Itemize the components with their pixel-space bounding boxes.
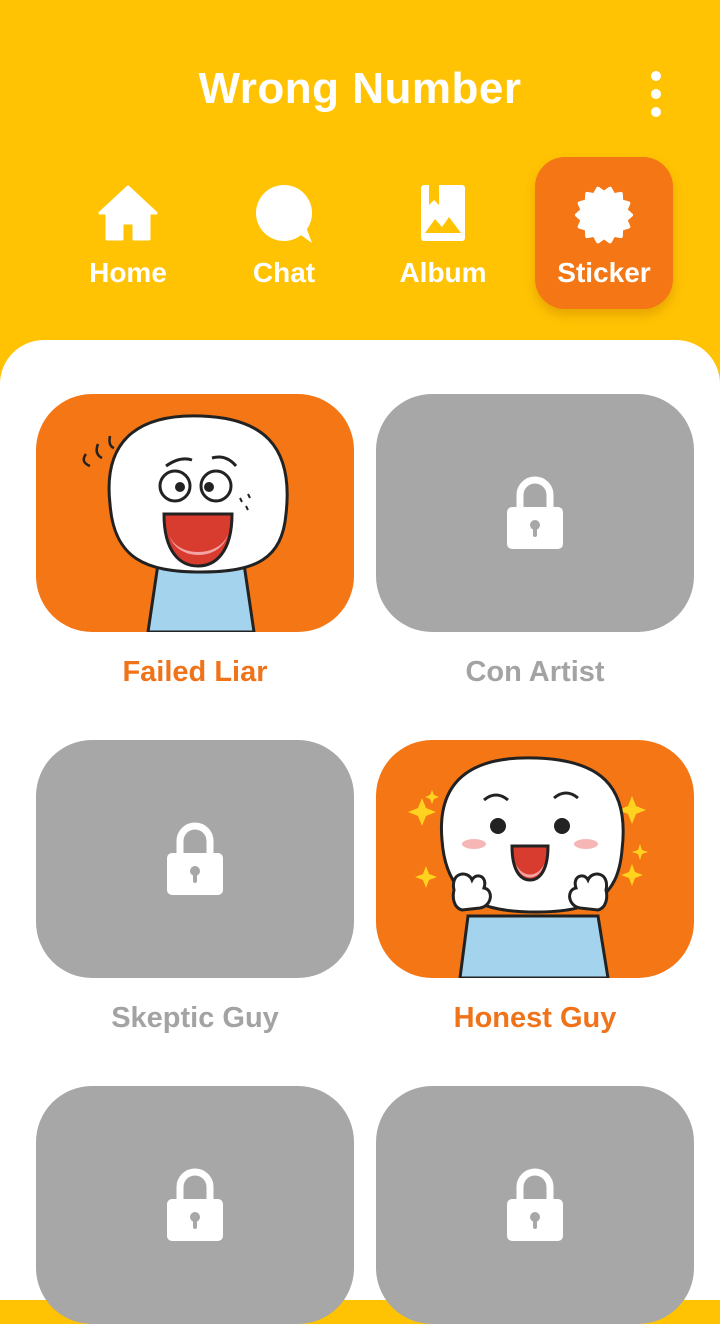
chat-bubble-icon (256, 185, 312, 243)
album-icon (421, 185, 465, 241)
tab-chat-label: Chat (252, 257, 316, 288)
failed-liar-character-image (82, 414, 289, 632)
tab-home-label: Home (89, 257, 167, 288)
sticker-name-honest-guy: Honest Guy (453, 1002, 617, 1034)
sticker-card-locked-6[interactable] (376, 1086, 694, 1324)
lock-icon (507, 476, 563, 549)
sticker-card-skeptic-guy[interactable] (36, 740, 354, 978)
sticker-card-failed-liar[interactable] (36, 394, 354, 632)
sticker-card-con-artist[interactable] (376, 394, 694, 632)
more-options-button[interactable] (636, 66, 676, 122)
sticker-name-con-artist: Con Artist (465, 656, 605, 688)
app-header: Wrong Number Home Chat Album Sticker (0, 0, 720, 360)
sticker-grid: Failed Liar Con Artist Skeptic Guy Hones… (0, 340, 720, 1324)
lock-icon (167, 1168, 223, 1241)
home-icon (98, 185, 158, 241)
lock-icon (167, 822, 223, 895)
honest-guy-character-image (408, 756, 648, 978)
tab-album-label: Album (399, 257, 487, 288)
tab-album[interactable]: Album (374, 157, 512, 309)
sticker-name-failed-liar: Failed Liar (122, 656, 268, 688)
tab-sticker-label: Sticker (557, 257, 651, 288)
sticker-card-locked-5[interactable] (36, 1086, 354, 1324)
sticker-card-honest-guy[interactable] (376, 740, 694, 978)
sticker-badge-icon (575, 186, 633, 244)
more-vertical-icon (651, 71, 661, 81)
tab-home[interactable]: Home (59, 157, 197, 309)
more-vertical-icon-dot (651, 89, 661, 99)
lock-icon (507, 1168, 563, 1241)
app-title: Wrong Number (198, 64, 522, 113)
tab-sticker[interactable]: Sticker (535, 157, 673, 309)
tab-chat[interactable]: Chat (215, 157, 353, 309)
more-vertical-icon-dot (651, 107, 661, 117)
sticker-name-skeptic-guy: Skeptic Guy (111, 1002, 279, 1034)
